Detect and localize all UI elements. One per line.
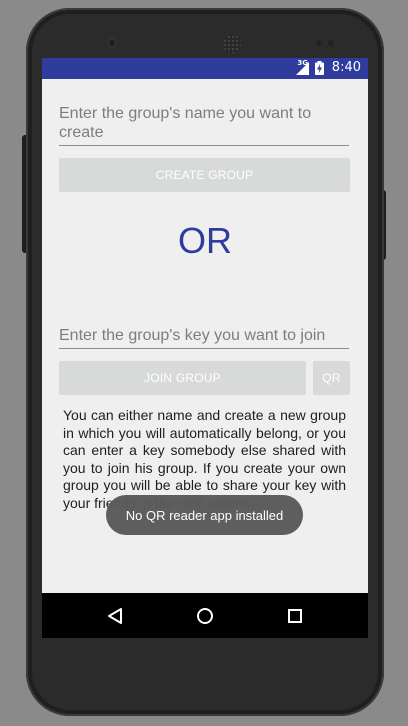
- battery-icon: [315, 61, 324, 75]
- back-icon[interactable]: [103, 604, 127, 628]
- navigation-bar: [42, 593, 368, 638]
- create-group-button[interactable]: CREATE GROUP: [59, 158, 350, 192]
- home-icon[interactable]: [193, 604, 217, 628]
- group-key-input[interactable]: Enter the group's key you want to join: [59, 326, 349, 349]
- front-camera: [107, 38, 117, 48]
- light-sensor: [328, 40, 334, 46]
- signal-icon: [296, 61, 309, 75]
- earpiece-speaker: [223, 35, 241, 53]
- join-group-button[interactable]: JOIN GROUP: [59, 361, 306, 395]
- toast-notification: No QR reader app installed: [106, 495, 303, 535]
- qr-button[interactable]: QR: [313, 361, 350, 395]
- or-separator: OR: [178, 220, 232, 261]
- status-bar: 3G 8:40: [42, 58, 368, 79]
- proximity-sensor: [316, 40, 322, 46]
- toast-message: No QR reader app installed: [125, 507, 284, 523]
- clock: 8:40: [331, 60, 361, 75]
- group-name-input[interactable]: Enter the group's name you want to creat…: [59, 104, 349, 146]
- recents-icon[interactable]: [283, 604, 307, 628]
- screen: 3G 8:40 Enter the group's name you want …: [42, 58, 368, 638]
